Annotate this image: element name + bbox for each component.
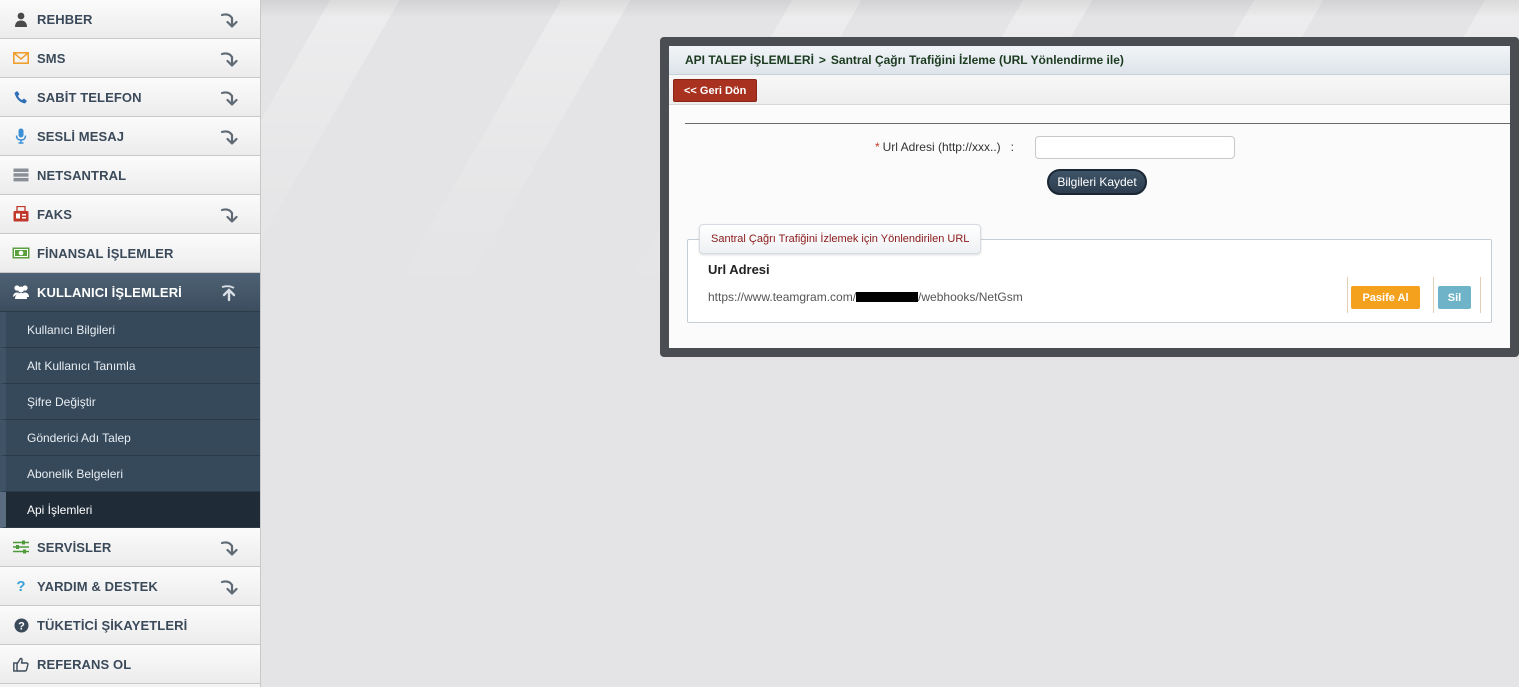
envelope-icon: [12, 49, 30, 67]
sidebar-item-finansal-islemler[interactable]: FİNANSAL İŞLEMLER: [0, 234, 260, 273]
chevron-up-icon: [220, 284, 238, 302]
submenu-item-alt-kullanici-tanimla[interactable]: Alt Kullanıcı Tanımla: [0, 348, 260, 384]
sidebar-item-faks[interactable]: FAKS: [0, 195, 260, 234]
sidebar-item-label: REHBER: [37, 11, 93, 27]
delete-button[interactable]: Sil: [1438, 286, 1471, 309]
submenu-item-kullanici-bilgileri[interactable]: Kullanıcı Bilgileri: [0, 312, 260, 348]
url-prefix: https://www.teamgram.com/: [708, 290, 857, 304]
submenu-item-gonderici-adi-talep[interactable]: Gönderici Adı Talep: [0, 420, 260, 456]
sidebar-item-label: YARDIM & DESTEK: [37, 578, 158, 594]
sidebar: REHBER SMS SABİT TELEFON SESLİ MESAJ NETSANT…: [0, 0, 261, 687]
url-input[interactable]: [1035, 136, 1235, 159]
server-icon: [12, 166, 30, 184]
fax-icon: [12, 205, 30, 223]
divider: [685, 123, 1510, 124]
sidebar-item-label: NETSANTRAL: [37, 167, 127, 183]
panel-body: API TALEP İŞLEMLERİ > Santral Çağrı Traf…: [669, 46, 1510, 348]
redirect-url-legend: Santral Çağrı Trafiğini İzlemek için Yön…: [699, 224, 982, 254]
sidebar-item-label: KULLANICI İŞLEMLERİ: [37, 284, 182, 300]
action-separator: [1480, 277, 1481, 313]
expand-arrow-icon: [220, 578, 238, 596]
action-separator: [1433, 277, 1434, 313]
sidebar-item-label: REFERANS OL: [37, 656, 132, 672]
url-field-label: * Url Adresi (http://xxx..):: [875, 140, 1014, 154]
sidebar-item-netsantral[interactable]: NETSANTRAL: [0, 156, 260, 195]
expand-arrow-icon: [220, 539, 238, 557]
sliders-icon: [12, 538, 30, 556]
breadcrumb: API TALEP İŞLEMLERİ > Santral Çağrı Traf…: [669, 46, 1510, 75]
money-icon: [12, 244, 30, 262]
url-suffix: /webhooks/NetGsm: [918, 290, 1023, 304]
sidebar-item-referans-ol[interactable]: REFERANS OL: [0, 645, 260, 684]
users-icon: [12, 283, 30, 301]
expand-arrow-icon: [220, 128, 238, 146]
question-icon: ?: [12, 577, 30, 595]
phone-icon: [12, 88, 30, 106]
deactivate-button[interactable]: Pasife Al: [1351, 286, 1420, 309]
api-panel: API TALEP İŞLEMLERİ > Santral Çağrı Traf…: [660, 37, 1519, 357]
back-button[interactable]: << Geri Dön: [673, 79, 758, 102]
redirect-url-value: https://www.teamgram.com/ /webhooks/NetGs…: [708, 290, 1023, 304]
redacted-segment: [856, 292, 919, 302]
url-form-row: * Url Adresi (http://xxx..):: [669, 136, 1510, 160]
expand-arrow-icon: [220, 50, 238, 68]
sidebar-item-label: FİNANSAL İŞLEMLER: [37, 245, 174, 261]
sidebar-item-label: SERVİSLER: [37, 539, 112, 555]
panel-toolbar: << Geri Dön: [669, 75, 1510, 105]
url-label-text: Url Adresi (http://xxx..): [882, 140, 1001, 154]
sidebar-submenu: Kullanıcı Bilgileri Alt Kullanıcı Tanımla…: [0, 312, 260, 528]
submenu-item-abonelik-belgeleri[interactable]: Abonelik Belgeleri: [0, 456, 260, 492]
submenu-item-api-islemleri[interactable]: Api İşlemleri: [0, 492, 260, 528]
svg-text:?: ?: [16, 578, 25, 594]
microphone-icon: [12, 127, 30, 145]
expand-arrow-icon: [220, 11, 238, 29]
sidebar-item-rehber[interactable]: REHBER: [0, 0, 260, 39]
sidebar-item-yardim-destek[interactable]: ? YARDIM & DESTEK: [0, 567, 260, 606]
redirect-url-box: Santral Çağrı Trafiğini İzlemek için Yön…: [687, 224, 1492, 323]
sidebar-item-label: TÜKETİCİ ŞİKAYETLERİ: [37, 617, 188, 633]
sidebar-item-tuketici-sikayetleri[interactable]: ? TÜKETİCİ ŞİKAYETLERİ: [0, 606, 260, 645]
breadcrumb-root[interactable]: API TALEP İŞLEMLERİ: [685, 53, 814, 67]
sidebar-item-label: FAKS: [37, 206, 73, 222]
action-separator: [1347, 277, 1348, 313]
question-circle-icon: ?: [12, 616, 30, 634]
breadcrumb-separator: >: [818, 53, 826, 67]
expand-arrow-icon: [220, 206, 238, 224]
required-mark: *: [874, 140, 880, 154]
submenu-item-sifre-degistir[interactable]: Şifre Değiştir: [0, 384, 260, 420]
svg-text:?: ?: [18, 620, 25, 632]
sidebar-item-label: SESLİ MESAJ: [37, 128, 125, 144]
sidebar-item-servisler[interactable]: SERVİSLER: [0, 528, 260, 567]
save-button[interactable]: Bilgileri Kaydet: [1047, 169, 1147, 195]
panel-content: * Url Adresi (http://xxx..): Bilgileri Ka…: [669, 106, 1510, 348]
thumbs-up-icon: [12, 655, 30, 673]
sidebar-item-sabit-telefon[interactable]: SABİT TELEFON: [0, 78, 260, 117]
breadcrumb-current: Santral Çağrı Trafiğini İzleme (URL Yönl…: [830, 53, 1124, 67]
user-icon: [12, 10, 30, 28]
sidebar-item-kullanici-islemleri[interactable]: KULLANICI İŞLEMLERİ: [0, 273, 260, 312]
sidebar-item-label: SMS: [37, 50, 66, 66]
label-colon: :: [1010, 140, 1014, 154]
background-shade: [261, 0, 1519, 18]
url-column-title: Url Adresi: [708, 262, 770, 277]
sidebar-item-sesli-mesaj[interactable]: SESLİ MESAJ: [0, 117, 260, 156]
sidebar-item-sms[interactable]: SMS: [0, 39, 260, 78]
sidebar-item-label: SABİT TELEFON: [37, 89, 142, 105]
expand-arrow-icon: [220, 89, 238, 107]
